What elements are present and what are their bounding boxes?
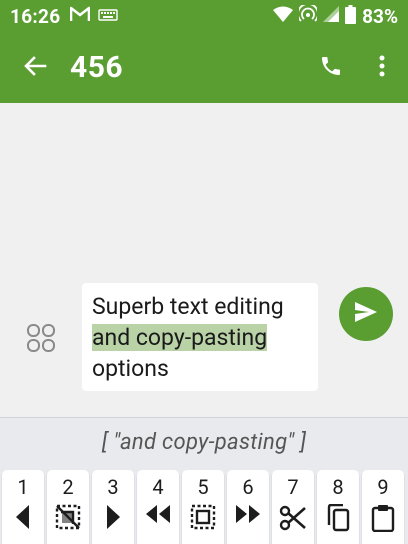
key-5[interactable]: 5	[182, 470, 224, 544]
key-3[interactable]: 3	[92, 470, 134, 544]
keyboard: [ "and copy-pasting" ] 1 2 3 4 5 6 7 8 9	[0, 417, 408, 544]
status-bar: 16:26 83%	[0, 0, 408, 32]
key-number: 1	[17, 475, 29, 499]
emoji-button[interactable]	[26, 323, 56, 353]
key-4[interactable]: 4	[137, 470, 179, 544]
send-icon	[354, 301, 378, 327]
key-2[interactable]: 2	[47, 470, 89, 544]
phone-icon	[319, 54, 343, 82]
message-input[interactable]: Superb text editing and copy-pasting opt…	[82, 283, 318, 391]
key-number: 9	[377, 475, 389, 499]
gmail-icon	[70, 6, 91, 26]
keyboard-icon	[98, 7, 119, 26]
hotspot-icon	[297, 2, 320, 27]
back-arrow-icon	[23, 54, 47, 82]
app-bar: 456	[0, 32, 408, 103]
key-9[interactable]: 9	[362, 470, 404, 544]
key-number: 4	[152, 475, 164, 499]
more-vert-icon	[379, 55, 385, 81]
deselect-icon	[55, 504, 81, 534]
conversation-area: Superb text editing and copy-pasting opt…	[0, 103, 408, 417]
key-number: 5	[197, 475, 209, 499]
message-text-before: Superb text editing	[92, 293, 284, 320]
key-number: 3	[107, 475, 119, 499]
word-right-icon	[233, 504, 263, 528]
key-8[interactable]: 8	[317, 470, 359, 544]
select-all-icon	[190, 504, 216, 534]
paste-icon	[371, 504, 395, 536]
message-text-selected: and copy-pasting	[92, 324, 268, 351]
back-button[interactable]	[0, 32, 70, 103]
message-text-after: options	[92, 355, 169, 382]
conversation-title: 456	[70, 50, 124, 85]
clipboard-preview: [ "and copy-pasting" ]	[101, 429, 307, 455]
cursor-left-icon	[13, 504, 33, 534]
keys-row: 1 2 3 4 5 6 7 8 9	[0, 470, 408, 544]
signal-icon	[323, 6, 340, 26]
key-number: 2	[62, 475, 74, 499]
key-number: 8	[332, 475, 344, 499]
key-1[interactable]: 1	[2, 470, 44, 544]
key-7[interactable]: 7	[272, 470, 314, 544]
key-number: 6	[242, 475, 254, 499]
key-6[interactable]: 6	[227, 470, 269, 544]
status-time: 16:26	[10, 4, 61, 28]
cursor-right-icon	[103, 504, 123, 534]
cut-icon	[279, 504, 307, 536]
battery-percent: 83%	[362, 4, 398, 28]
send-button[interactable]	[339, 287, 393, 341]
word-left-icon	[143, 504, 173, 528]
compose-row: Superb text editing and copy-pasting opt…	[0, 283, 408, 395]
more-options-button[interactable]	[356, 32, 408, 103]
wifi-icon	[273, 6, 294, 26]
battery-icon	[345, 4, 357, 28]
emoji-grid-icon	[26, 324, 56, 357]
key-number: 7	[287, 475, 299, 499]
call-button[interactable]	[306, 32, 356, 103]
copy-icon	[326, 503, 350, 536]
